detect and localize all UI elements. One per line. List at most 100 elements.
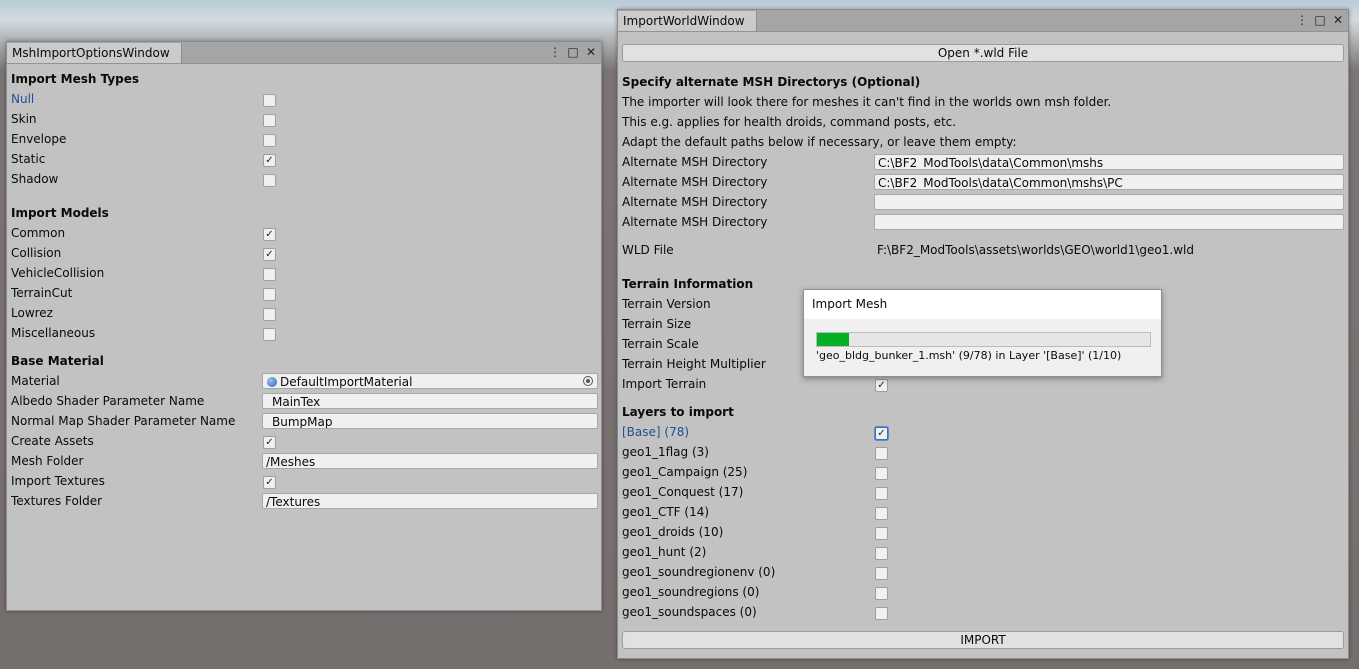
import-terrain-label: Import Terrain — [622, 377, 707, 391]
layer-checkbox[interactable] — [875, 567, 888, 580]
alt-msh-dir-label: Alternate MSH Directory — [622, 195, 768, 209]
layer-label: geo1_1flag (3) — [622, 445, 709, 459]
terrain-info-label: Terrain Size — [622, 317, 692, 331]
material-icon — [267, 377, 277, 387]
layer-checkbox[interactable] — [875, 487, 888, 500]
window-titlebar: ImportWorldWindow ⋮ □ ✕ — [618, 10, 1348, 32]
import-textures-checkbox[interactable] — [263, 476, 276, 489]
section-heading: Terrain Information — [622, 277, 754, 291]
albedo-param-field[interactable]: _MainTex — [262, 393, 598, 409]
alt-msh-dir-label: Alternate MSH Directory — [622, 155, 768, 169]
import-button[interactable]: IMPORT — [622, 631, 1344, 649]
section-heading: Base Material — [11, 354, 104, 368]
mesh-type-label: Null — [11, 92, 35, 106]
close-icon[interactable]: ✕ — [1332, 13, 1344, 27]
maximize-icon[interactable]: □ — [567, 45, 579, 59]
mesh-type-checkbox[interactable] — [263, 94, 276, 107]
model-checkbox[interactable] — [263, 268, 276, 281]
mesh-type-checkbox[interactable] — [263, 114, 276, 127]
msh-import-options-window: MshImportOptionsWindow ⋮ □ ✕ Import Mesh… — [6, 41, 602, 611]
close-icon[interactable]: ✕ — [585, 45, 597, 59]
maximize-icon[interactable]: □ — [1314, 13, 1326, 27]
normal-param-field[interactable]: _BumpMap — [262, 413, 598, 429]
layer-checkbox[interactable] — [875, 467, 888, 480]
layer-checkbox[interactable] — [875, 607, 888, 620]
mesh-type-label: Skin — [11, 112, 37, 126]
material-value: DefaultImportMaterial — [280, 375, 413, 389]
layer-checkbox[interactable] — [875, 527, 888, 540]
textures-folder-field[interactable]: /Textures — [262, 493, 598, 509]
albedo-param-label: Albedo Shader Parameter Name — [11, 394, 205, 408]
model-label: Miscellaneous — [11, 326, 96, 340]
progress-fill — [817, 333, 850, 346]
model-label: Lowrez — [11, 306, 53, 320]
alt-msh-dir-field[interactable]: C:\BF2_ModTools\data\Common\mshs — [874, 154, 1344, 170]
open-wld-button[interactable]: Open *.wld File — [622, 44, 1344, 62]
model-label: Common — [11, 226, 66, 240]
wld-file-label: WLD File — [622, 243, 674, 257]
alt-msh-dir-field[interactable]: C:\BF2_ModTools\data\Common\mshs\PC — [874, 174, 1344, 190]
create-assets-label: Create Assets — [11, 434, 94, 448]
info-text: The importer will look there for meshes … — [622, 95, 1112, 109]
section-heading: Specify alternate MSH Directorys (Option… — [622, 75, 921, 89]
section-heading: Layers to import — [622, 405, 734, 419]
terrain-info-label: Terrain Version — [622, 297, 711, 311]
mesh-type-label: Envelope — [11, 132, 67, 146]
info-text: This e.g. applies for health droids, com… — [622, 115, 957, 129]
layer-label: [Base] (78) — [622, 425, 690, 439]
menu-icon[interactable]: ⋮ — [549, 45, 561, 59]
window-tab[interactable]: ImportWorldWindow — [618, 11, 757, 31]
mesh-type-label: Shadow — [11, 172, 59, 186]
mesh-type-checkbox[interactable] — [263, 154, 276, 167]
layer-checkbox[interactable] — [875, 427, 888, 440]
window-tab[interactable]: MshImportOptionsWindow — [7, 43, 182, 63]
import-textures-label: Import Textures — [11, 474, 105, 488]
layer-checkbox[interactable] — [875, 507, 888, 520]
mesh-type-label: Static — [11, 152, 46, 166]
section-heading: Import Mesh Types — [11, 72, 140, 86]
terrain-info-label: Terrain Height Multiplier — [622, 357, 766, 371]
textures-folder-label: Textures Folder — [11, 494, 103, 508]
model-checkbox[interactable] — [263, 248, 276, 261]
model-label: VehicleCollision — [11, 266, 105, 280]
model-checkbox[interactable] — [263, 308, 276, 321]
material-label: Material — [11, 374, 60, 388]
layer-label: geo1_soundregions (0) — [622, 585, 760, 599]
layer-label: geo1_droids (10) — [622, 525, 724, 539]
layer-label: geo1_hunt (2) — [622, 545, 707, 559]
dialog-title: Import Mesh — [804, 290, 1161, 319]
import-progress-bar — [816, 332, 1151, 347]
layer-checkbox[interactable] — [875, 547, 888, 560]
create-assets-checkbox[interactable] — [263, 436, 276, 449]
menu-icon[interactable]: ⋮ — [1296, 13, 1308, 27]
wld-file-path: F:\BF2_ModTools\assets\worlds\GEO\world1… — [877, 243, 1194, 257]
layer-label: geo1_soundspaces (0) — [622, 605, 757, 619]
normal-param-label: Normal Map Shader Parameter Name — [11, 414, 236, 428]
alt-msh-dir-label: Alternate MSH Directory — [622, 215, 768, 229]
alt-msh-dir-field[interactable] — [874, 194, 1344, 210]
layer-label: geo1_Conquest (17) — [622, 485, 744, 499]
layer-label: geo1_CTF (14) — [622, 505, 710, 519]
mesh-folder-label: Mesh Folder — [11, 454, 84, 468]
progress-message: 'geo_bldg_bunker_1.msh' (9/78) in Layer … — [816, 349, 1122, 362]
layer-label: geo1_Campaign (25) — [622, 465, 748, 479]
mesh-type-checkbox[interactable] — [263, 134, 276, 147]
object-picker-icon[interactable] — [583, 376, 593, 386]
layer-label: geo1_soundregionenv (0) — [622, 565, 776, 579]
layer-checkbox[interactable] — [875, 447, 888, 460]
alt-msh-dir-label: Alternate MSH Directory — [622, 175, 768, 189]
mesh-folder-field[interactable]: /Meshes — [262, 453, 598, 469]
alt-msh-dir-field[interactable] — [874, 214, 1344, 230]
model-checkbox[interactable] — [263, 288, 276, 301]
model-label: Collision — [11, 246, 62, 260]
model-checkbox[interactable] — [263, 328, 276, 341]
terrain-info-label: Terrain Scale — [622, 337, 699, 351]
layer-checkbox[interactable] — [875, 587, 888, 600]
mesh-type-checkbox[interactable] — [263, 174, 276, 187]
material-object-field[interactable]: DefaultImportMaterial — [262, 373, 598, 389]
model-label: TerrainCut — [11, 286, 73, 300]
window-titlebar: MshImportOptionsWindow ⋮ □ ✕ — [7, 42, 601, 64]
import-terrain-checkbox[interactable] — [875, 379, 888, 392]
info-text: Adapt the default paths below if necessa… — [622, 135, 1017, 149]
model-checkbox[interactable] — [263, 228, 276, 241]
